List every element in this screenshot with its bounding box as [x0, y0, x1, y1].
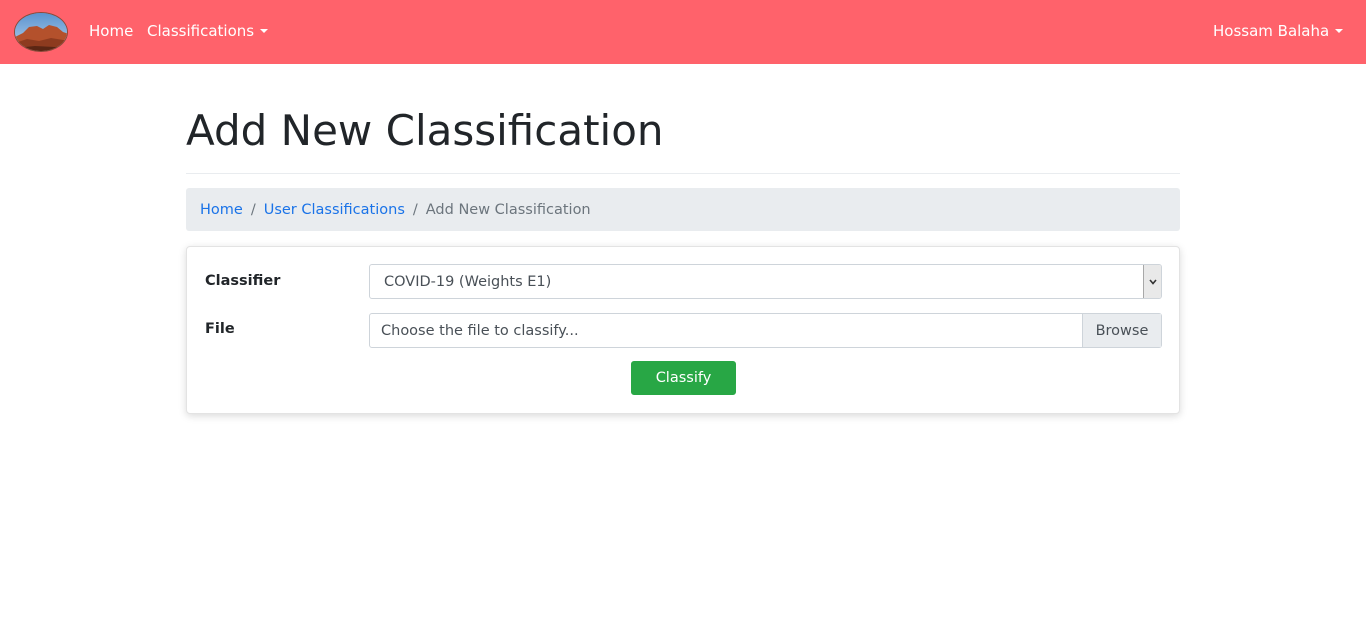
page-title: Add New Classification [186, 106, 664, 155]
breadcrumb-current: Add New Classification [425, 201, 591, 218]
classification-form-card: Classifier COVID-19 (Weights E1) File Ch… [186, 246, 1180, 414]
title-divider [186, 173, 1180, 174]
classifier-selected-value: COVID-19 (Weights E1) [384, 273, 552, 290]
classifier-label: Classifier [205, 273, 281, 289]
breadcrumb-separator: / [250, 201, 256, 218]
user-menu-dropdown[interactable]: Hossam Balaha [1213, 21, 1344, 41]
classifier-select[interactable]: COVID-19 (Weights E1) [369, 264, 1162, 299]
chevron-down-icon [1143, 265, 1161, 298]
nav-home-link[interactable]: Home [89, 21, 133, 41]
breadcrumb: Home / User Classifications / Add New Cl… [186, 188, 1180, 231]
chevron-down-icon [260, 28, 269, 33]
chevron-down-icon [1335, 28, 1344, 33]
nav-classifications-dropdown[interactable]: Classifications [147, 21, 269, 41]
classify-button[interactable]: Classify [631, 361, 736, 395]
brand-logo[interactable] [14, 12, 68, 52]
browse-button[interactable]: Browse [1082, 314, 1161, 347]
nav-classifications-label: Classifications [147, 22, 255, 40]
breadcrumb-user-classifications-link[interactable]: User Classifications [264, 202, 405, 218]
user-name-label: Hossam Balaha [1213, 22, 1330, 40]
file-input[interactable]: Choose the file to classify... Browse [369, 313, 1162, 348]
file-input-placeholder: Choose the file to classify... [381, 322, 579, 339]
landscape-avatar-icon [15, 13, 67, 51]
file-label: File [205, 321, 235, 337]
breadcrumb-home-link[interactable]: Home [200, 202, 243, 218]
breadcrumb-separator: / [412, 201, 418, 218]
navbar: Home Classifications Hossam Balaha [0, 0, 1366, 64]
